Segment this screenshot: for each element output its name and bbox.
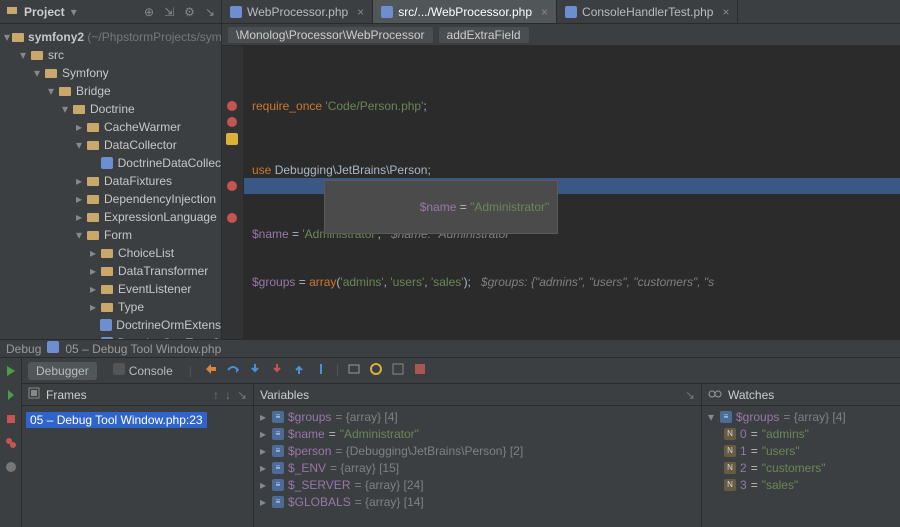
breadcrumb[interactable]: \Monolog\Processor\WebProcessor addExtra…: [222, 24, 900, 46]
project-header: Project ▾ ⊕ ⇲ ⚙ ↘: [0, 0, 221, 24]
close-icon[interactable]: ×: [357, 5, 364, 19]
watches-pane: Watches ▾≡ $groups = {array} [4] N0 = "a…: [702, 384, 900, 527]
tree-item[interactable]: ▸DependencyInjection: [0, 190, 221, 208]
variables-pane: Variables ↘ ▸≡$groups = {array} [4]▸≡$na…: [254, 384, 702, 527]
thread-next-icon[interactable]: ↓: [225, 388, 231, 402]
watch-item[interactable]: N3 = "sales": [706, 476, 896, 493]
target-icon[interactable]: ⊕: [144, 5, 154, 19]
tree-item[interactable]: ▸Type: [0, 298, 221, 316]
project-sidebar: Project ▾ ⊕ ⇲ ⚙ ↘ ▾ symfony2 (~/Phpstorm…: [0, 0, 222, 339]
editor-tabs: WebProcessor.php×src/.../WebProcessor.ph…: [222, 0, 900, 24]
tree-item[interactable]: ▸DataTransformer: [0, 262, 221, 280]
variable-row[interactable]: ▸≡$_ENV = {array} [15]: [258, 459, 697, 476]
tree-item[interactable]: ▸ExpressionLanguage: [0, 208, 221, 226]
evaluate-icon[interactable]: [347, 362, 361, 379]
step-into-icon[interactable]: [248, 362, 262, 379]
php-file-icon: [381, 6, 393, 18]
editor-gutter[interactable]: [222, 46, 244, 339]
variable-row[interactable]: ▸≡$name = "Administrator": [258, 425, 697, 442]
frames-title: Frames: [46, 388, 87, 402]
thread-prev-icon[interactable]: ↑: [213, 388, 219, 402]
glasses-icon: [708, 388, 722, 402]
watch-row[interactable]: ▾≡ $groups = {array} [4]: [706, 408, 896, 425]
settings-icon[interactable]: [369, 362, 383, 379]
console-icon: [113, 363, 125, 378]
crumb-class[interactable]: \Monolog\Processor\WebProcessor: [228, 27, 433, 43]
tree-item[interactable]: ▸EventListener: [0, 280, 221, 298]
vars-menu-icon[interactable]: ↘: [685, 388, 695, 402]
variable-row[interactable]: ▸≡$_SERVER = {array} [24]: [258, 476, 697, 493]
variable-row[interactable]: ▸≡$person = {Debugging\JetBrains\Person}…: [258, 442, 697, 459]
layout-icon[interactable]: [413, 362, 427, 379]
watch-item[interactable]: N0 = "admins": [706, 425, 896, 442]
tree-item[interactable]: ▾Form: [0, 226, 221, 244]
watch-item[interactable]: N1 = "users": [706, 442, 896, 459]
code-editor[interactable]: require_once 'Code/Person.php'; use Debu…: [222, 46, 900, 339]
project-tree[interactable]: ▾ symfony2 (~/PhpstormProjects/symfo ▾ s…: [0, 24, 221, 339]
tree-item[interactable]: DoctrineDataCollec: [0, 154, 221, 172]
watch-item[interactable]: N2 = "customers": [706, 459, 896, 476]
close-icon[interactable]: ×: [722, 5, 729, 19]
hide-icon[interactable]: ↘: [205, 5, 215, 19]
pin-icon[interactable]: [391, 362, 405, 379]
frames-pane: Frames ↑ ↓ ↘ 05 – Debug Tool Window.php:…: [22, 384, 254, 527]
breakpoints-icon[interactable]: [4, 436, 18, 450]
tree-item[interactable]: ▾Bridge: [0, 82, 221, 100]
tree-item[interactable]: ▸CacheWarmer: [0, 118, 221, 136]
php-file-icon: [230, 6, 242, 18]
tree-item[interactable]: ▾DataCollector: [0, 136, 221, 154]
frame-row[interactable]: 05 – Debug Tool Window.php:23: [26, 412, 207, 428]
tree-item[interactable]: ▾Doctrine: [0, 100, 221, 118]
project-title: Project: [24, 5, 65, 19]
debug-panel: Debugger Console | |: [0, 357, 900, 527]
collapse-icon[interactable]: ⇲: [164, 5, 174, 19]
tree-item[interactable]: ▸DataFixtures: [0, 172, 221, 190]
crumb-method[interactable]: addExtraField: [439, 27, 529, 43]
tree-item[interactable]: DoctrineOrmExtens: [0, 316, 221, 334]
breakpoint-icon[interactable]: [227, 101, 237, 111]
variable-row[interactable]: ▸≡$GLOBALS = {array} [14]: [258, 493, 697, 510]
tree-src[interactable]: ▾ src: [0, 46, 221, 64]
code-body[interactable]: require_once 'Code/Person.php'; use Debu…: [244, 46, 900, 339]
eval-tooltip: $name = "Administrator": [324, 180, 558, 234]
show-exec-point-icon[interactable]: [204, 362, 218, 379]
frames-icon: [28, 387, 40, 402]
gear-icon[interactable]: ⚙: [184, 5, 195, 19]
project-icon: [6, 4, 18, 19]
debug-session-label[interactable]: Debug 05 – Debug Tool Window.php: [0, 339, 900, 357]
editor-tab[interactable]: WebProcessor.php×: [222, 0, 373, 23]
debug-tabs: Debugger Console | |: [22, 358, 900, 384]
tree-item[interactable]: ▸ChoiceList: [0, 244, 221, 262]
breakpoint-icon[interactable]: [227, 181, 237, 191]
php-file-icon: [565, 6, 577, 18]
mute-bp-icon[interactable]: [4, 460, 18, 474]
editor-tab[interactable]: src/.../WebProcessor.php×: [373, 0, 557, 23]
force-step-into-icon[interactable]: [270, 362, 284, 379]
intention-bulb-icon[interactable]: [226, 133, 238, 145]
tree-root[interactable]: ▾ symfony2 (~/PhpstormProjects/symfo: [0, 28, 221, 46]
breakpoint-icon[interactable]: [227, 117, 237, 127]
run-to-cursor-icon[interactable]: [314, 362, 328, 379]
debug-side-toolbar: [0, 358, 22, 527]
resume-icon[interactable]: [4, 388, 18, 402]
tab-debugger[interactable]: Debugger: [28, 362, 97, 380]
tab-console[interactable]: Console: [105, 361, 181, 380]
breakpoint-icon[interactable]: [227, 213, 237, 223]
step-out-icon[interactable]: [292, 362, 306, 379]
variables-title: Variables: [260, 388, 309, 402]
frames-menu-icon[interactable]: ↘: [237, 388, 247, 402]
stop-icon[interactable]: [4, 412, 18, 426]
close-icon[interactable]: ×: [541, 5, 548, 19]
editor-area: WebProcessor.php×src/.../WebProcessor.ph…: [222, 0, 900, 339]
editor-tab[interactable]: ConsoleHandlerTest.php×: [557, 0, 738, 23]
tree-item[interactable]: ▾Symfony: [0, 64, 221, 82]
step-over-icon[interactable]: [226, 362, 240, 379]
variable-row[interactable]: ▸≡$groups = {array} [4]: [258, 408, 697, 425]
watches-title: Watches: [728, 388, 774, 402]
rerun-icon[interactable]: [4, 364, 18, 378]
